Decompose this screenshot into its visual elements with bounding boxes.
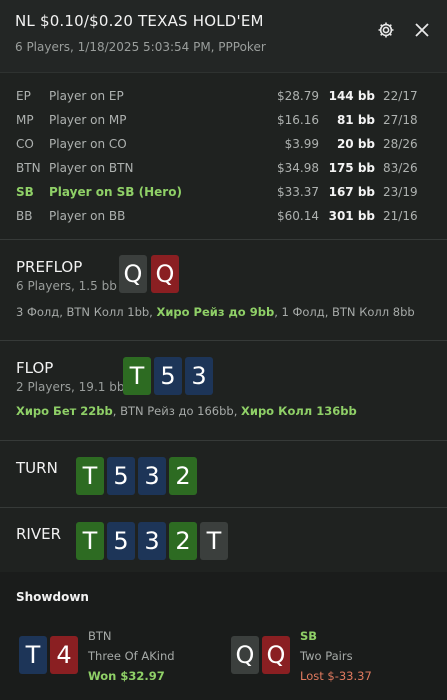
player-stack-bb: 144 bb (328, 89, 375, 103)
playing-card: 3 (138, 457, 166, 495)
player-stack-bb: 20 bb (336, 137, 375, 151)
river-title: RIVER (16, 525, 62, 543)
player-position: EP (16, 89, 31, 103)
showdown-position: SB (300, 629, 318, 643)
player-row: EP Player on EP $28.79 144 bb 22/17 (0, 84, 447, 108)
playing-card: Q (262, 636, 290, 674)
player-stats: 28/26 (383, 137, 418, 151)
playing-card: 5 (154, 357, 182, 395)
action-text: , BTN Рейз до 166bb, (112, 404, 242, 418)
divider (0, 239, 447, 240)
player-row: CO Player on CO $3.99 20 bb 28/26 (0, 132, 447, 156)
showdown-position: BTN (88, 629, 112, 643)
divider (0, 507, 447, 508)
showdown-title: Showdown (16, 590, 89, 604)
hero-action: Хиро Колл 136bb (241, 404, 357, 418)
player-stats: 27/18 (383, 113, 418, 127)
player-position: BB (16, 209, 33, 223)
action-text: , 1 Фолд, BTN Колл 8bb (274, 305, 415, 319)
hand-header: NL $0.10/$0.20 TEXAS HOLD'EM 6 Players, … (0, 0, 447, 73)
player-row: BTN Player on BTN $34.98 175 bb 83/26 (0, 156, 447, 180)
gear-icon[interactable] (376, 20, 396, 40)
showdown-result: Won $32.97 (88, 669, 165, 683)
player-stack: $60.14 (277, 209, 319, 223)
flop-actions: Хиро Бет 22bb, BTN Рейз до 166bb, Хиро К… (16, 404, 357, 418)
playing-card: T (200, 522, 228, 560)
player-name: Player on MP (49, 113, 127, 127)
player-name: Player on BB (49, 209, 126, 223)
player-stack-bb: 81 bb (336, 113, 375, 127)
playing-card: T (19, 636, 47, 674)
player-position: BTN (16, 161, 41, 175)
player-name: Player on CO (49, 137, 127, 151)
player-stack: $33.37 (277, 185, 319, 199)
flop-title: FLOP (16, 359, 54, 377)
player-position: SB (16, 185, 34, 199)
player-stack: $28.79 (277, 89, 319, 103)
player-stack: $3.99 (284, 137, 319, 151)
player-row-hero: SB Player on SB (Hero) $33.37 167 bb 23/19 (0, 180, 447, 204)
showdown-result: Lost $-33.37 (300, 669, 372, 683)
player-stack-bb: 175 bb (328, 161, 375, 175)
hero-action: Хиро Рейз до 9bb (156, 305, 275, 319)
playing-card: 5 (107, 457, 135, 495)
player-stats: 83/26 (383, 161, 418, 175)
playing-card: Q (151, 255, 179, 293)
playing-card: T (123, 357, 151, 395)
players-list: EP Player on EP $28.79 144 bb 22/17 MP Player … (0, 74, 447, 239)
player-position: CO (16, 137, 34, 151)
preflop-actions: 3 Фолд, BTN Колл 1bb, Хиро Рейз до 9bb, … (16, 305, 415, 319)
playing-card: 4 (50, 636, 78, 674)
hand-title: NL $0.10/$0.20 TEXAS HOLD'EM (15, 12, 264, 30)
showdown-section: Showdown T 4 BTN Three Of AKind Won $32.97 Q Q… (0, 572, 447, 700)
player-stack-bb: 301 bb (328, 209, 375, 223)
playing-card: T (76, 522, 104, 560)
player-name: Player on SB (Hero) (49, 185, 182, 199)
player-name: Player on BTN (49, 161, 134, 175)
flop-sub: 2 Players, 19.1 bb (16, 380, 125, 394)
divider (0, 340, 447, 341)
playing-card: Q (231, 636, 259, 674)
divider (0, 440, 447, 441)
action-text: 3 Фолд, BTN Колл 1bb, (16, 305, 157, 319)
turn-title: TURN (16, 459, 58, 477)
playing-card: 3 (185, 357, 213, 395)
playing-card: 3 (138, 522, 166, 560)
hand-subtitle: 6 Players, 1/18/2025 5:03:54 PM, PPPoker (15, 40, 266, 54)
preflop-sub: 6 Players, 1.5 bb (16, 279, 117, 293)
player-stats: 23/19 (383, 185, 418, 199)
playing-card: Q (119, 255, 147, 293)
playing-card: 2 (169, 522, 197, 560)
player-position: MP (16, 113, 34, 127)
player-stack: $34.98 (277, 161, 319, 175)
player-row: BB Player on BB $60.14 301 bb 21/16 (0, 204, 447, 228)
player-stats: 21/16 (383, 209, 418, 223)
player-name: Player on EP (49, 89, 124, 103)
playing-card: 2 (169, 457, 197, 495)
playing-card: T (76, 457, 104, 495)
player-stats: 22/17 (383, 89, 418, 103)
player-row: MP Player on MP $16.16 81 bb 27/18 (0, 108, 447, 132)
showdown-hand: Three Of AKind (88, 649, 175, 663)
playing-card: 5 (107, 522, 135, 560)
close-icon[interactable] (412, 20, 432, 40)
preflop-title: PREFLOP (16, 258, 83, 276)
player-stack: $16.16 (277, 113, 319, 127)
hero-action: Хиро Бет 22bb (16, 404, 113, 418)
player-stack-bb: 167 bb (328, 185, 375, 199)
showdown-hand: Two Pairs (300, 649, 353, 663)
